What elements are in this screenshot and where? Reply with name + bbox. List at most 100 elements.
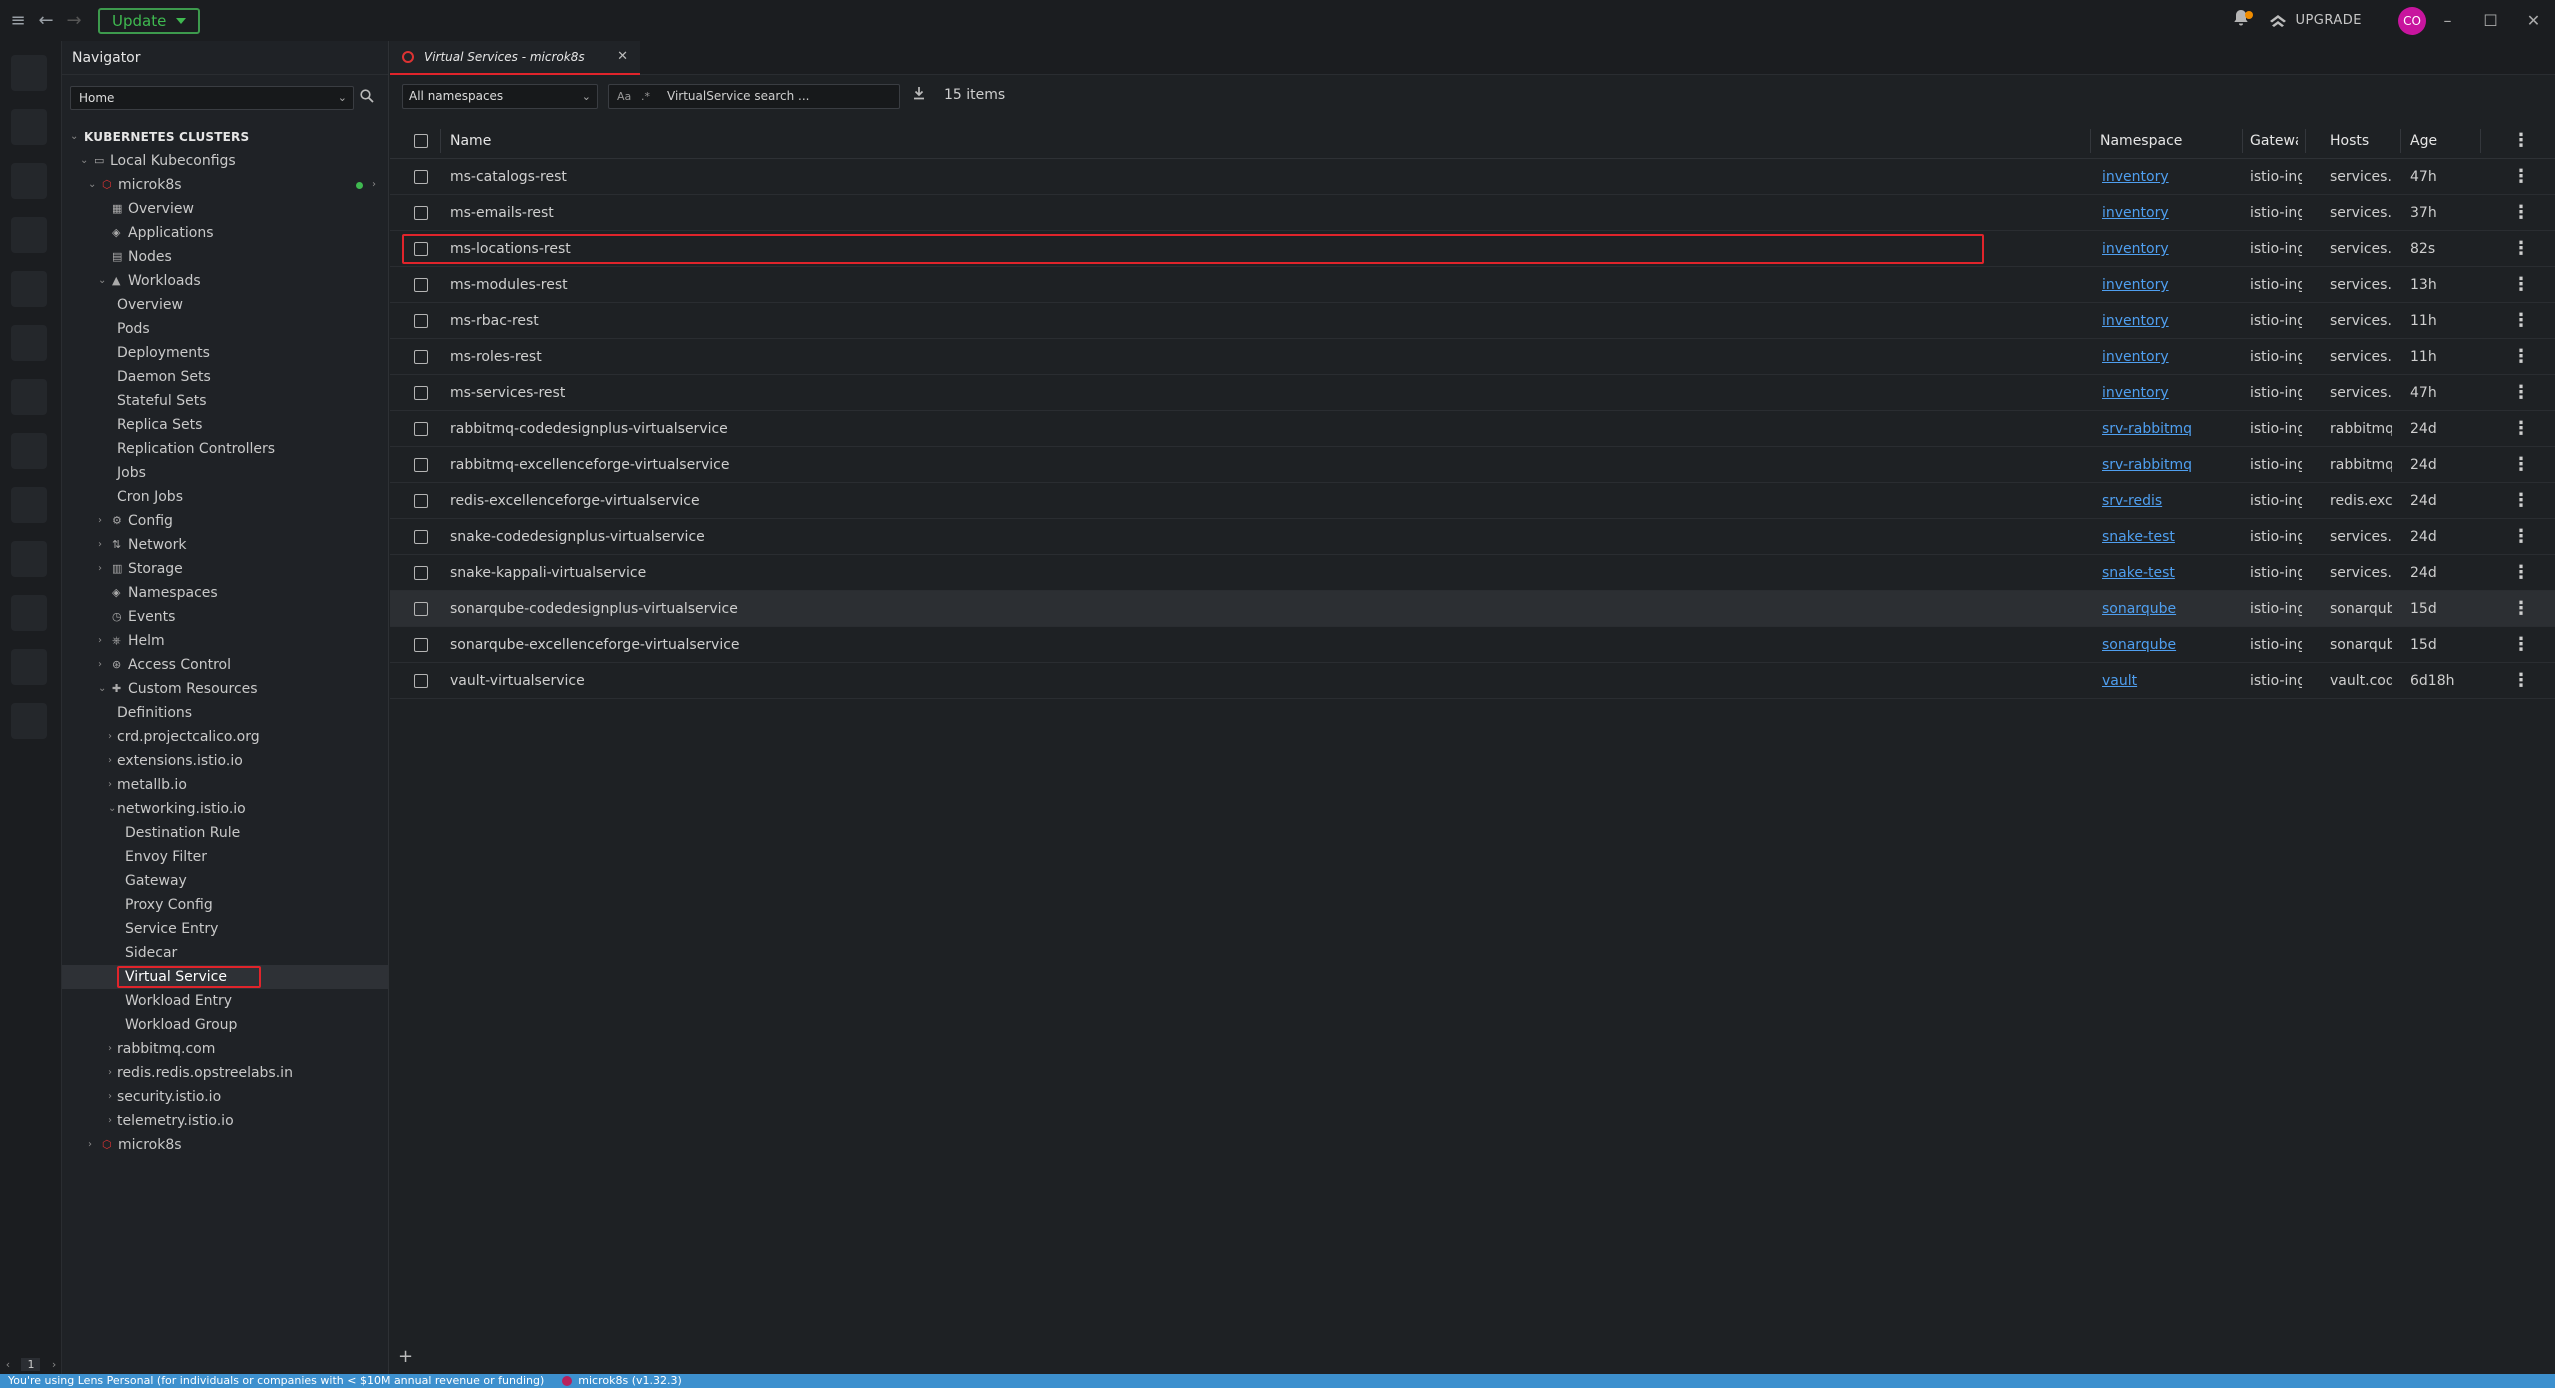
row-menu-icon[interactable]: ⋮	[2512, 555, 2530, 591]
nav-item-events[interactable]: ◷ Events	[62, 605, 388, 629]
row-menu-icon[interactable]: ⋮	[2512, 159, 2530, 195]
table-row[interactable]: ms-services-rest inventory istio-ingre: ser…	[390, 375, 2555, 411]
nav-item-overview[interactable]: ▦ Overview	[62, 197, 388, 221]
update-button[interactable]: Update	[98, 7, 201, 34]
chevron-right-icon[interactable]: ›	[108, 1085, 112, 1109]
nav-item-access-control[interactable]: › ⊛ Access Control	[62, 653, 388, 677]
nav-item-nodes[interactable]: ▤ Nodes	[62, 245, 388, 269]
row-namespace-link[interactable]: inventory	[2102, 339, 2222, 375]
match-case-icon[interactable]: Aa	[617, 85, 631, 108]
nav-item-daemon-sets[interactable]: Daemon Sets	[62, 365, 388, 389]
activity-slot[interactable]	[11, 595, 47, 631]
row-menu-icon[interactable]: ⋮	[2512, 519, 2530, 555]
add-icon[interactable]: +	[398, 1346, 413, 1367]
nav-item-telemetry-istio-io[interactable]: › telemetry.istio.io	[62, 1109, 388, 1133]
nav-item-workload-group[interactable]: Workload Group	[62, 1013, 388, 1037]
row-menu-icon[interactable]: ⋮	[2512, 663, 2530, 699]
row-namespace-link[interactable]: inventory	[2102, 159, 2222, 195]
row-namespace-link[interactable]: vault	[2102, 663, 2222, 699]
row-checkbox[interactable]	[414, 170, 428, 184]
chevron-right-icon[interactable]: ›	[98, 653, 102, 677]
row-namespace-link[interactable]: srv-rabbitmq	[2102, 447, 2222, 483]
nav-item-replication-controllers[interactable]: Replication Controllers	[62, 437, 388, 461]
table-row[interactable]: ms-emails-rest inventory istio-ingre: servi…	[390, 195, 2555, 231]
chevron-right-icon[interactable]: ›	[372, 173, 376, 197]
row-checkbox[interactable]	[414, 566, 428, 580]
table-row[interactable]: ms-rbac-rest inventory istio-ingre: service…	[390, 303, 2555, 339]
row-checkbox[interactable]	[414, 530, 428, 544]
nav-item-workloads[interactable]: ⌄ ▲ Workloads	[62, 269, 388, 293]
nav-item-definitions[interactable]: Definitions	[62, 701, 388, 725]
chevron-right-icon[interactable]: ›	[108, 1109, 112, 1133]
row-namespace-link[interactable]: srv-redis	[2102, 483, 2222, 519]
row-checkbox[interactable]	[414, 674, 428, 688]
nav-item-replica-sets[interactable]: Replica Sets	[62, 413, 388, 437]
activity-slot[interactable]	[11, 649, 47, 685]
notifications-bell-icon[interactable]	[2227, 9, 2255, 32]
row-namespace-link[interactable]: sonarqube	[2102, 591, 2222, 627]
hamburger-menu-icon[interactable]: ≡	[4, 7, 32, 35]
nav-item-pods[interactable]: Pods	[62, 317, 388, 341]
row-namespace-link[interactable]: sonarqube	[2102, 627, 2222, 663]
row-checkbox[interactable]	[414, 242, 428, 256]
nav-item-gateway[interactable]: Gateway	[62, 869, 388, 893]
status-cluster[interactable]: microk8s (v1.32.3)	[562, 1374, 682, 1388]
home-select[interactable]: Home ⌄	[70, 86, 354, 110]
chevron-right-icon[interactable]: ›	[108, 773, 112, 797]
column-header-hosts[interactable]: Hosts	[2330, 123, 2369, 159]
nav-item-namespaces[interactable]: ◈ Namespaces	[62, 581, 388, 605]
row-menu-icon[interactable]: ⋮	[2512, 375, 2530, 411]
row-menu-icon[interactable]: ⋮	[2512, 195, 2530, 231]
table-row[interactable]: ms-catalogs-rest inventory istio-ingre: ser…	[390, 159, 2555, 195]
nav-item-networking-istio-io[interactable]: ⌄ networking.istio.io	[62, 797, 388, 821]
row-checkbox[interactable]	[414, 386, 428, 400]
nav-item-jobs[interactable]: Jobs	[62, 461, 388, 485]
row-menu-icon[interactable]: ⋮	[2512, 591, 2530, 627]
namespace-select[interactable]: All namespaces ⌄	[402, 84, 598, 109]
nav-item-stateful-sets[interactable]: Stateful Sets	[62, 389, 388, 413]
activity-slot[interactable]	[11, 433, 47, 469]
chevron-right-icon[interactable]: ›	[98, 557, 102, 581]
chevron-right-icon[interactable]: ›	[108, 725, 112, 749]
nav-item-workload-entry[interactable]: Workload Entry	[62, 989, 388, 1013]
regex-icon[interactable]: .*	[641, 85, 650, 108]
chevron-right-icon[interactable]: ›	[88, 1133, 92, 1157]
nav-item-crd-projectcalico-org[interactable]: › crd.projectcalico.org	[62, 725, 388, 749]
activity-slot[interactable]	[11, 55, 47, 91]
prev-page-icon[interactable]: ‹	[6, 1358, 10, 1371]
chevron-right-icon[interactable]: ›	[98, 629, 102, 653]
row-checkbox[interactable]	[414, 458, 428, 472]
back-arrow-icon[interactable]: ←	[32, 7, 60, 35]
nav-item-service-entry[interactable]: Service Entry	[62, 917, 388, 941]
table-row[interactable]: redis-excellenceforge-virtualservice srv-…	[390, 483, 2555, 519]
chevron-down-icon[interactable]: ⌄	[98, 677, 106, 701]
chevron-right-icon[interactable]: ›	[108, 1037, 112, 1061]
nav-item-deployments[interactable]: Deployments	[62, 341, 388, 365]
select-all-checkbox[interactable]	[414, 134, 428, 148]
nav-item-virtual-service[interactable]: Virtual Service	[62, 965, 388, 989]
nav-item-microk8s[interactable]: › ⬡ microk8s	[62, 1133, 388, 1157]
nav-item-storage[interactable]: › ▥ Storage	[62, 557, 388, 581]
row-menu-icon[interactable]: ⋮	[2512, 447, 2530, 483]
chevron-down-icon[interactable]: ⌄	[108, 797, 116, 821]
activity-slot[interactable]	[11, 487, 47, 523]
row-namespace-link[interactable]: srv-rabbitmq	[2102, 411, 2222, 447]
activity-slot[interactable]	[11, 541, 47, 577]
row-checkbox[interactable]	[414, 494, 428, 508]
table-row[interactable]: vault-virtualservice vault istio-ingre: vau…	[390, 663, 2555, 699]
nav-item-overview[interactable]: Overview	[62, 293, 388, 317]
activity-slot[interactable]	[11, 163, 47, 199]
table-row[interactable]: sonarqube-excellenceforge-virtualservice…	[390, 627, 2555, 663]
table-row[interactable]: sonarqube-codedesignplus-virtualservice s…	[390, 591, 2555, 627]
table-row[interactable]: ms-locations-rest inventory istio-ingre: se…	[390, 231, 2555, 267]
column-header-gateways[interactable]: Gatewa	[2250, 123, 2298, 159]
close-icon[interactable]: ✕	[617, 49, 628, 64]
nav-item-rabbitmq-com[interactable]: › rabbitmq.com	[62, 1037, 388, 1061]
chevron-right-icon[interactable]: ›	[98, 533, 102, 557]
nav-item-config[interactable]: › ⚙ Config	[62, 509, 388, 533]
chevron-down-icon[interactable]: ⌄	[98, 269, 106, 293]
chevron-right-icon[interactable]: ›	[108, 1061, 112, 1085]
row-namespace-link[interactable]: inventory	[2102, 303, 2222, 339]
table-row[interactable]: ms-roles-rest inventory istio-ingre: servic…	[390, 339, 2555, 375]
row-menu-icon[interactable]: ⋮	[2512, 411, 2530, 447]
